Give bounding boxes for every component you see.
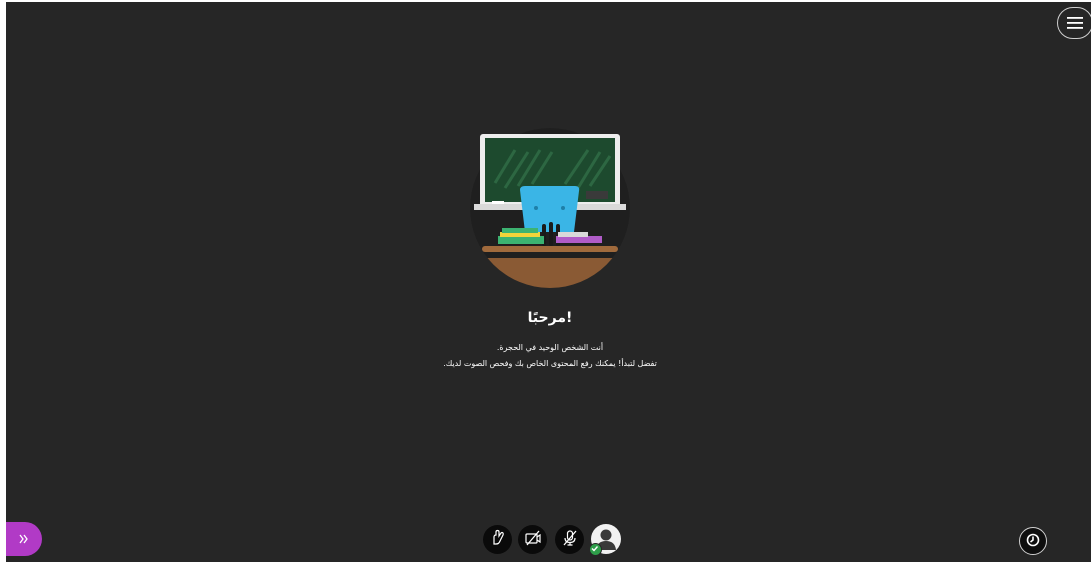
welcome-message-line-1: أنت الشخص الوحيد في الحجرة. (496, 343, 604, 352)
welcome-title: مرحبًا! (527, 310, 573, 326)
microphone-toggle-button[interactable] (555, 525, 584, 554)
main-menu-button[interactable] (1057, 7, 1091, 39)
camera-toggle-button[interactable] (518, 525, 547, 554)
double-chevron-right-icon (18, 530, 30, 549)
my-status-and-settings-button[interactable] (589, 524, 621, 556)
open-collaborate-panel-button[interactable] (6, 522, 42, 556)
session-menu-button[interactable] (1019, 527, 1047, 555)
hamburger-menu-icon (1067, 14, 1083, 33)
welcome-message-line-2: تفضل لتبدأ! يمكنك رفع المحتوى الخاص بك و… (443, 359, 657, 368)
raise-hand-button[interactable] (483, 525, 512, 554)
checkmark-icon (589, 543, 602, 556)
empty-room-illustration (470, 128, 630, 290)
camera-off-icon (524, 529, 542, 551)
raise-hand-icon (489, 529, 507, 551)
microphone-off-icon (561, 529, 579, 551)
session-menu-icon (1026, 532, 1040, 551)
